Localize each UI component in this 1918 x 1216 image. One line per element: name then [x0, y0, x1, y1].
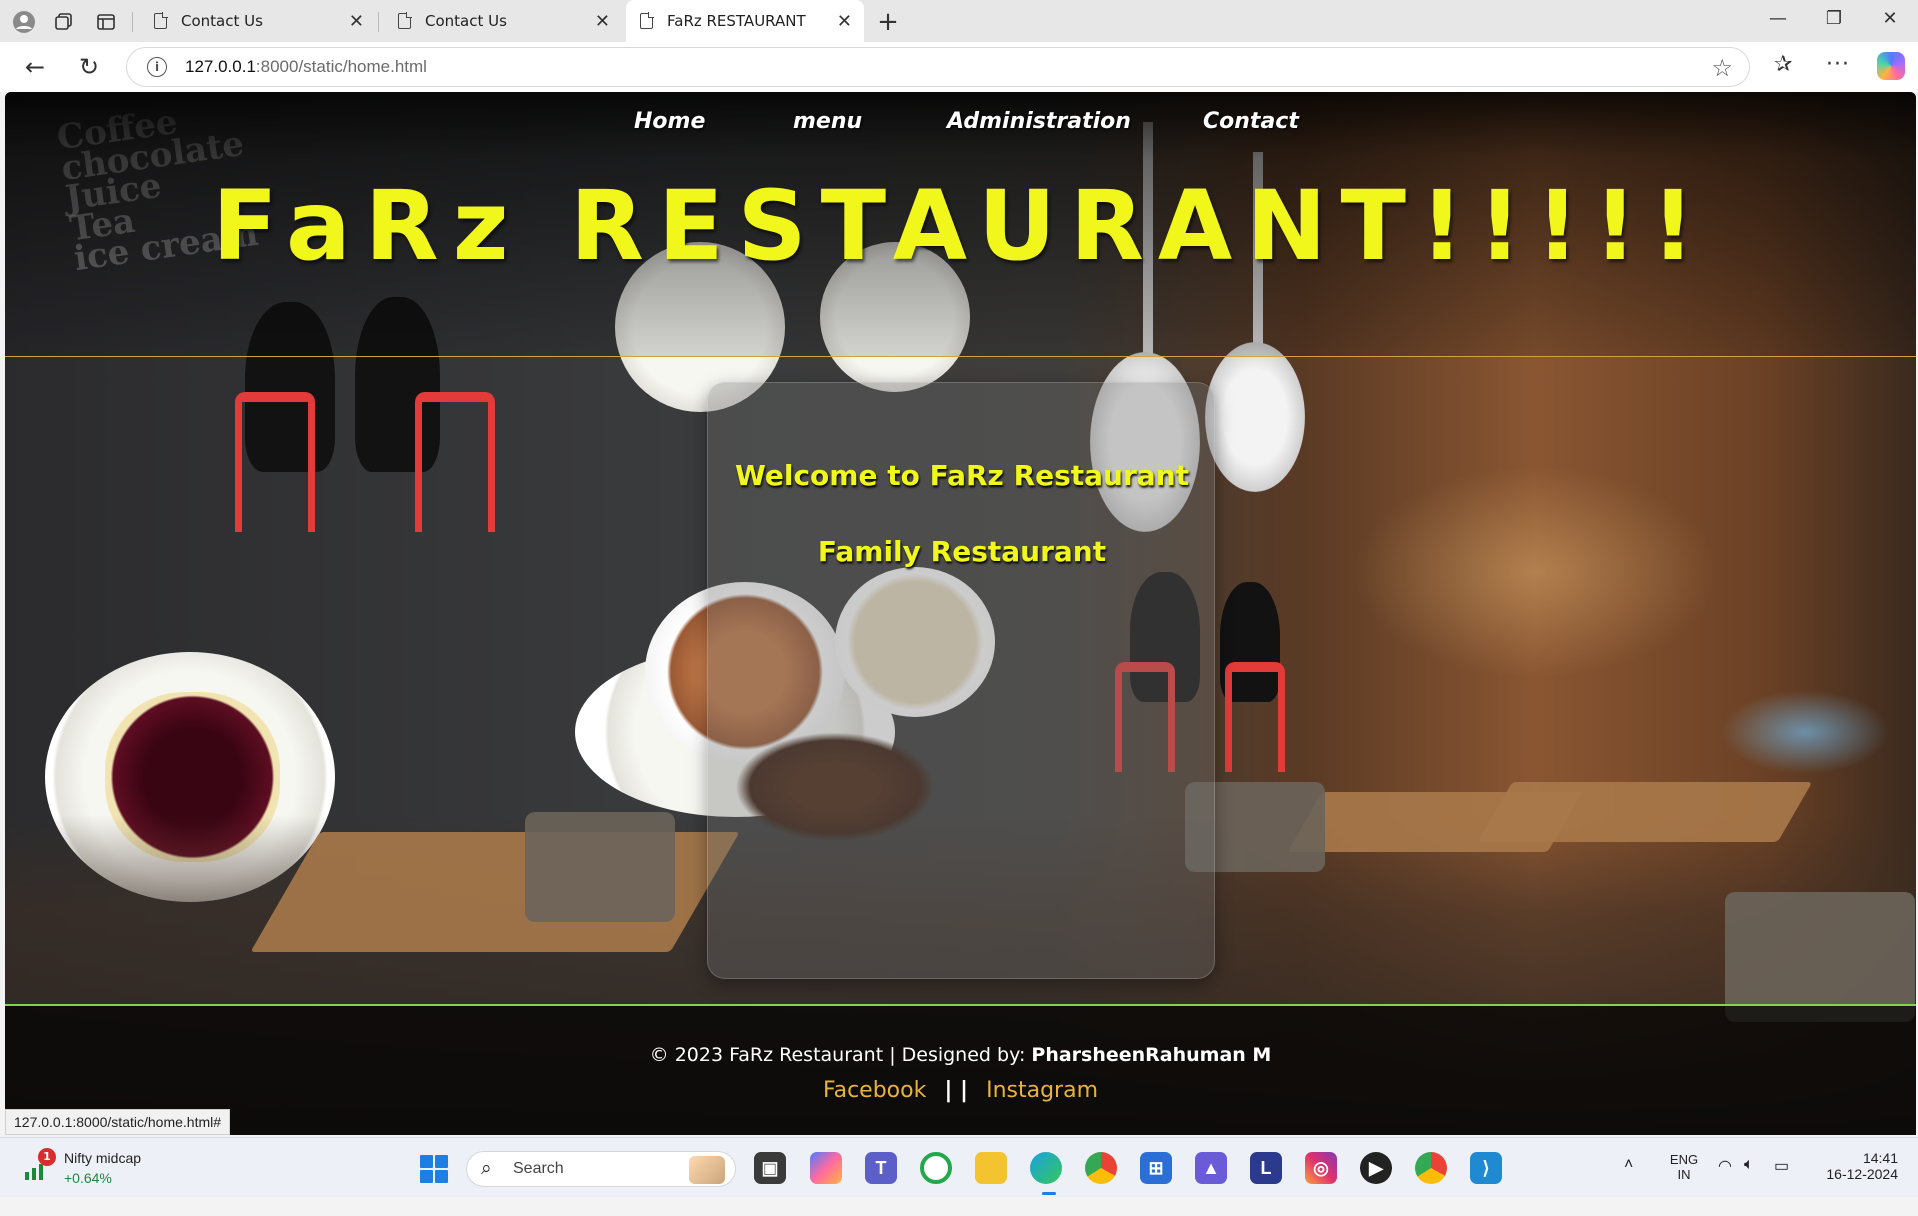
edge-browser-icon[interactable] [1030, 1152, 1062, 1184]
chrome-icon[interactable] [1085, 1152, 1117, 1184]
close-window-icon[interactable]: ✕ [1870, 8, 1910, 29]
web-page: CoffeechocolateJuiceTeaice cream Home me… [5, 92, 1916, 1135]
more-options-icon[interactable]: ··· [1826, 52, 1850, 77]
url-text[interactable]: 127.0.0.1:8000/static/home.html [185, 57, 427, 77]
stock-name: Nifty midcap [64, 1150, 142, 1166]
l-app-icon[interactable]: L [1250, 1152, 1282, 1184]
link-separator: | | [944, 1078, 969, 1103]
address-bar[interactable]: i 127.0.0.1:8000/static/home.html ☆ [126, 47, 1750, 87]
nav-administration[interactable]: Administration [947, 109, 1131, 134]
tab-farz-restaurant[interactable]: FaRz RESTAURANT ✕ [626, 0, 864, 42]
tab-actions-icon[interactable] [92, 8, 120, 36]
language-indicator[interactable]: ENG IN [1666, 1152, 1702, 1212]
refresh-icon[interactable]: ↻ [74, 52, 104, 82]
status-bar-url: 127.0.0.1:8000/static/home.html# [5, 1109, 231, 1135]
stock-widget[interactable]: 1 Nifty midcap +0.64% [20, 1148, 190, 1190]
profile-icon[interactable] [10, 8, 38, 36]
task-view-icon[interactable]: ▣ [754, 1152, 786, 1184]
browser-tab-bar: Contact Us ✕ Contact Us ✕ FaRz RESTAURAN… [0, 0, 1918, 42]
volume-icon[interactable]: 🔈︎ [1744, 1156, 1754, 1216]
tab-title: Contact Us [425, 12, 507, 30]
media-player-icon[interactable]: ▶ [1360, 1152, 1392, 1184]
dining-chair [1725, 892, 1915, 1022]
main-navigation: Home menu Administration Contact [5, 109, 1916, 149]
search-label: Search [513, 1160, 564, 1177]
clock[interactable]: 14:41 16-12-2024 [1820, 1150, 1898, 1210]
search-highlight-image [689, 1156, 725, 1184]
date: 16-12-2024 [1826, 1166, 1898, 1182]
page-icon [640, 12, 654, 29]
tab-contact-us-1[interactable]: Contact Us ✕ [140, 0, 376, 42]
site-title: FaRz RESTAURANT!!!!! [212, 170, 1709, 282]
copilot-icon[interactable] [1877, 52, 1905, 80]
nav-menu[interactable]: menu [793, 109, 862, 134]
back-icon[interactable]: ← [20, 52, 50, 82]
copyright-label: © 2023 FaRz Restaurant | Designed by: [649, 1044, 1032, 1066]
nav-home[interactable]: Home [634, 109, 705, 134]
tab-separator [378, 12, 379, 32]
facebook-link[interactable]: Facebook [823, 1078, 926, 1103]
active-app-indicator [1042, 1192, 1056, 1195]
store-icon[interactable]: ⊞ [1140, 1152, 1172, 1184]
instagram-app-icon[interactable]: ◎ [1305, 1152, 1337, 1184]
red-stool [235, 392, 315, 532]
chrome-profile-icon[interactable] [1415, 1152, 1447, 1184]
favorites-icon[interactable]: ✰ [1774, 52, 1792, 77]
notification-badge: 1 [38, 1148, 56, 1166]
page-icon [398, 12, 412, 29]
file-explorer-icon[interactable] [975, 1152, 1007, 1184]
dining-chair [525, 812, 675, 922]
red-stool [415, 392, 495, 532]
windows-taskbar: 1 Nifty midcap +0.64% ⌕ Search ▣ T ⊞ ▲ L… [0, 1137, 1918, 1197]
teams-icon[interactable]: T [865, 1152, 897, 1184]
minimize-icon[interactable]: — [1758, 8, 1798, 29]
nav-contact[interactable]: Contact [1203, 109, 1299, 134]
url-host: 127.0.0.1 [185, 57, 256, 76]
site-info-icon[interactable]: i [147, 57, 167, 77]
stock-change: +0.64% [64, 1170, 112, 1186]
close-tab-icon[interactable]: ✕ [837, 11, 852, 32]
search-icon: ⌕ [481, 1157, 492, 1179]
tab-separator [132, 12, 133, 32]
site-header: Home menu Administration Contact FaRz RE… [5, 92, 1916, 357]
copilot-taskbar-icon[interactable] [810, 1152, 842, 1184]
battery-icon[interactable]: ▭ [1774, 1156, 1789, 1216]
workspaces-icon[interactable] [50, 8, 78, 36]
welcome-card: Welcome to FaRz Restaurant Family Restau… [707, 382, 1215, 979]
welcome-heading: Welcome to FaRz Restaurant [734, 459, 1190, 492]
refresh-app-icon[interactable] [920, 1152, 952, 1184]
red-stool [1225, 662, 1285, 772]
lang-bottom: IN [1677, 1167, 1691, 1182]
lang-top: ENG [1669, 1152, 1699, 1167]
designer-name: PharsheenRahuman M [1031, 1044, 1272, 1066]
tab-title: Contact Us [181, 12, 263, 30]
copyright-text: © 2023 FaRz Restaurant | Designed by: Ph… [5, 1044, 1916, 1066]
app-icon[interactable]: ▲ [1195, 1152, 1227, 1184]
tab-contact-us-2[interactable]: Contact Us ✕ [384, 0, 622, 42]
vscode-icon[interactable]: ⟩ [1470, 1152, 1502, 1184]
close-tab-icon[interactable]: ✕ [595, 11, 610, 32]
windows-start-icon[interactable] [420, 1155, 448, 1183]
taskbar-search[interactable]: ⌕ Search [466, 1151, 736, 1187]
page-icon [154, 12, 168, 29]
new-tab-icon[interactable]: + [874, 7, 902, 37]
guitar-art [1205, 342, 1305, 492]
time: 14:41 [1862, 1150, 1898, 1166]
tagline: Family Restaurant [817, 535, 1107, 568]
site-footer: © 2023 FaRz Restaurant | Designed by: Ph… [5, 1004, 1916, 1135]
wifi-icon[interactable]: ◠ [1718, 1156, 1732, 1216]
tab-title: FaRz RESTAURANT [667, 12, 806, 30]
address-toolbar: ← ↻ i 127.0.0.1:8000/static/home.html ☆ … [0, 42, 1918, 92]
instagram-link[interactable]: Instagram [986, 1078, 1098, 1103]
url-path: :8000/static/home.html [255, 57, 427, 76]
social-links: Facebook | | Instagram [5, 1078, 1916, 1103]
close-tab-icon[interactable]: ✕ [349, 11, 364, 32]
show-hidden-icons[interactable]: ˄ [1624, 1156, 1633, 1216]
restore-icon[interactable]: ❐ [1814, 8, 1854, 29]
favorite-star-icon[interactable]: ☆ [1711, 54, 1733, 82]
dining-table [1477, 782, 1813, 842]
